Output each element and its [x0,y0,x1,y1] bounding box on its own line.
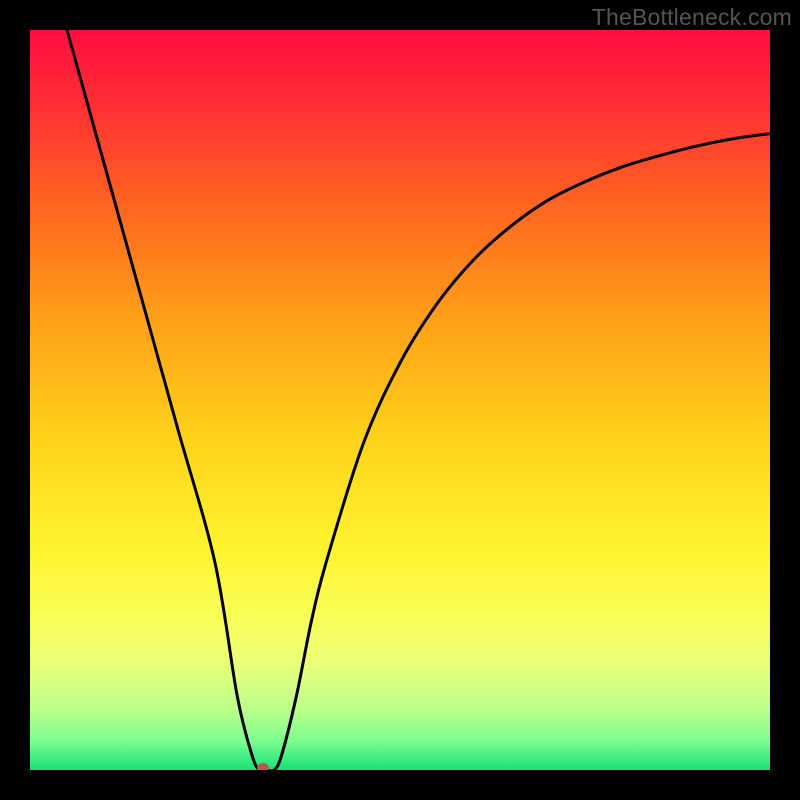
gradient-background [30,30,770,770]
watermark-text: TheBottleneck.com [592,4,792,31]
plot-area [30,30,770,770]
chart-svg [30,30,770,770]
chart-frame: TheBottleneck.com [0,0,800,800]
